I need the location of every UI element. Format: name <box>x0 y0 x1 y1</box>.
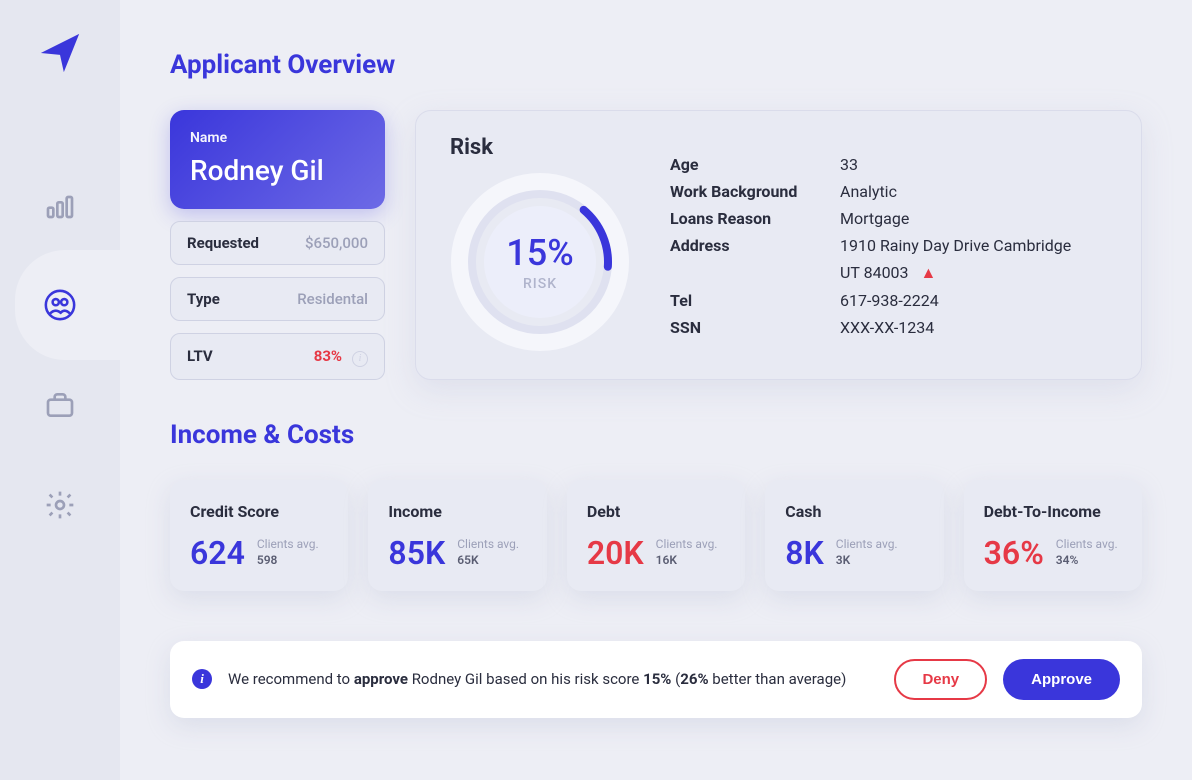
type-label: Type <box>187 290 220 308</box>
work-value: Analytic <box>840 182 1107 201</box>
applicant-name: Rodney Gil <box>190 154 365 187</box>
type-pill: Type Residental <box>170 277 385 321</box>
nav-applicants[interactable] <box>35 280 85 330</box>
risk-title: Risk <box>450 135 630 160</box>
recommendation-bar: i We recommend to approve Rodney Gil bas… <box>170 641 1142 718</box>
requested-pill: Requested $650,000 <box>170 221 385 265</box>
details-table: Age 33 Work Background Analytic Loans Re… <box>670 135 1107 355</box>
income-title: Income & Costs <box>170 420 1142 450</box>
ltv-label: LTV <box>187 347 213 365</box>
ltv-value: 83% <box>314 347 342 365</box>
ltv-pill: LTV 83% i <box>170 333 385 380</box>
address-line1: 1910 Rainy Day Drive Cambridge <box>840 236 1107 255</box>
main-content: Applicant Overview Name Rodney Gil Reque… <box>120 0 1192 780</box>
name-card: Name Rodney Gil <box>170 110 385 209</box>
sidebar <box>0 0 120 780</box>
name-label: Name <box>190 130 365 146</box>
warning-icon[interactable]: ▲ <box>921 263 937 282</box>
requested-value: $650,000 <box>305 234 368 252</box>
approve-button[interactable]: Approve <box>1003 659 1120 700</box>
type-value: Residental <box>297 290 368 308</box>
tel-label: Tel <box>670 291 840 310</box>
info-icon: i <box>192 669 212 689</box>
nav-settings[interactable] <box>35 480 85 530</box>
requested-label: Requested <box>187 234 259 252</box>
income-value: 85K <box>388 537 445 569</box>
credit-score-value: 624 <box>190 537 245 569</box>
logo-icon <box>37 30 83 80</box>
applicant-summary: Name Rodney Gil Requested $650,000 Type … <box>170 110 385 380</box>
risk-percent: 15% <box>506 232 573 274</box>
dti-value: 36% <box>984 537 1044 569</box>
cash-value: 8K <box>785 537 824 569</box>
metrics-row: Credit Score 624 Clients avg.598 Income … <box>170 480 1142 591</box>
age-label: Age <box>670 155 840 174</box>
recommendation-text: We recommend to approve Rodney Gil based… <box>228 670 878 688</box>
nav-portfolio[interactable] <box>35 380 85 430</box>
reason-value: Mortgage <box>840 209 1107 228</box>
metric-dti: Debt-To-Income 36% Clients avg.34% <box>964 480 1142 591</box>
metric-debt: Debt 20K Clients avg.16K <box>567 480 745 591</box>
metric-credit-score: Credit Score 624 Clients avg.598 <box>170 480 348 591</box>
address-label: Address <box>670 236 840 255</box>
ssn-label: SSN <box>670 318 840 337</box>
ssn-value: XXX-XX-1234 <box>840 318 1107 337</box>
reason-label: Loans Reason <box>670 209 840 228</box>
nav-analytics[interactable] <box>35 180 85 230</box>
deny-button[interactable]: Deny <box>894 659 987 700</box>
page-title: Applicant Overview <box>170 50 1142 80</box>
age-value: 33 <box>840 155 1107 174</box>
metric-cash: Cash 8K Clients avg.3K <box>765 480 943 591</box>
risk-label: RISK <box>506 276 573 292</box>
work-label: Work Background <box>670 182 840 201</box>
overview-row: Name Rodney Gil Requested $650,000 Type … <box>170 110 1142 380</box>
metric-income: Income 85K Clients avg.65K <box>368 480 546 591</box>
risk-card: Risk 15% RISK Age 3 <box>415 110 1142 380</box>
info-icon[interactable]: i <box>352 351 368 367</box>
risk-donut: 15% RISK <box>450 172 630 352</box>
tel-value: 617-938-2224 <box>840 291 1107 310</box>
address-line2: UT 84003 <box>840 263 909 282</box>
debt-value: 20K <box>587 537 644 569</box>
